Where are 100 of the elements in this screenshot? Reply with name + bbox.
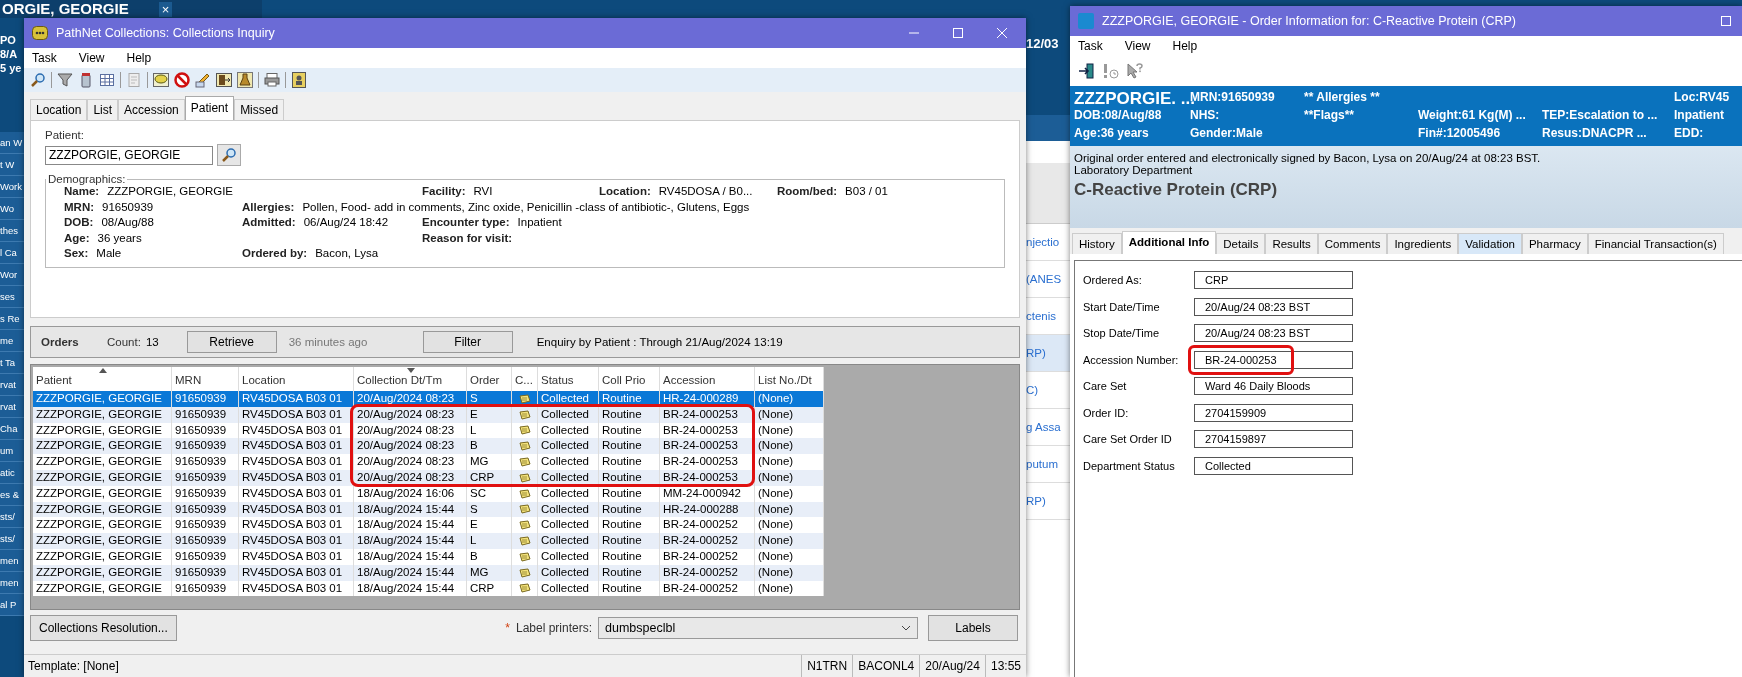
background-link-text[interactable]: g Assa [1026,421,1061,433]
table-cell: MG [467,564,512,581]
tab[interactable]: Ingredients [1387,233,1459,254]
window-title: PathNet Collections: Collections Inquiry [56,26,275,40]
printer-icon[interactable] [264,72,280,88]
menu-item[interactable]: Task [32,51,57,65]
table-cell: Collected [538,454,599,470]
maximize-icon[interactable] [952,27,964,39]
banner-text: Gender:Male [1190,126,1264,142]
funnel-icon[interactable] [57,72,73,88]
table-cell: BR-24-000252 [660,564,755,581]
field-label: Ordered by: [242,247,308,261]
tab[interactable]: Pharmacy [1521,233,1588,254]
alert-clock-icon[interactable] [1102,63,1120,79]
background-link-text[interactable]: RP) [1026,347,1046,359]
tab[interactable]: Patient [184,96,235,120]
exit-icon[interactable] [216,72,232,88]
patient-field[interactable]: ZZZPORGIE, GEORGIE [45,145,213,165]
tab[interactable]: Details [1216,233,1266,254]
table-cell: ZZZPORGIE, GEORGIE [33,533,172,549]
retrieve-button[interactable]: Retrieve [186,331,277,353]
pencil-icon[interactable] [195,72,211,88]
help-cursor-icon[interactable] [1126,63,1144,79]
menu-item[interactable]: Task [1078,39,1103,53]
menu-item[interactable]: Help [1172,39,1198,53]
flask-icon[interactable] [237,72,253,88]
table-cell: CRP [467,470,512,486]
labels-button[interactable]: Labels [928,615,1018,641]
tab[interactable]: Location [30,99,88,120]
tab[interactable]: History [1072,233,1122,254]
tab[interactable]: Additional Info [1121,231,1217,254]
note-icon [518,425,531,437]
note-icon [518,488,531,500]
tab[interactable]: Missed [234,99,285,120]
table-row[interactable]: ZZZPORGIE, GEORGIE 91650939 RV45DOSA B03 01 18/Aug/2024 15:44 L Collected Routine BR-24-000252 (None) [33,533,824,549]
table-cell: 91650939 [172,564,239,581]
search-icon [221,147,237,163]
banner-text: TEP:Escalation to ... [1542,108,1659,124]
table-cell: (None) [755,533,824,549]
search-icon[interactable] [30,72,46,88]
label-printer-dropdown[interactable]: dumbspeclbl [598,617,918,639]
table-cell: Routine [599,580,660,597]
filter-button[interactable]: Filter [422,331,513,353]
window-title: ZZZPORGIE, GEORGIE - Order Information for: C-Reactive Protein (CRP) [1102,14,1516,28]
close-tab-button[interactable]: × [158,1,173,17]
table-cell: Routine [599,548,660,565]
table-cell: RV45DOSA B03 01 [239,580,354,597]
field-value-box: 20/Aug/24 08:23 BST [1194,297,1353,316]
tab[interactable]: List [87,99,119,120]
table-cell: RV45DOSA B03 01 [239,391,354,407]
table-cell: RV45DOSA B03 01 [239,454,354,470]
background-banner-text: 8/A [0,48,19,60]
close-icon[interactable] [996,27,1008,39]
speech-bubble-icon[interactable] [153,72,169,88]
table-cell: RV45DOSA B03 01 [239,548,354,565]
background-link-text[interactable]: ctenis [1026,310,1057,322]
menu-item[interactable]: Help [126,51,152,65]
table-row[interactable]: ZZZPORGIE, GEORGIE 91650939 RV45DOSA B03 01 18/Aug/2024 15:44 E Collected Routine BR-24-000252 (None) [33,517,824,534]
table-cell: ZZZPORGIE, GEORGIE [33,580,172,597]
background-link-text[interactable]: (ANES [1026,273,1062,285]
field-label: Care Set [1083,380,1128,392]
background-nav-bar [1026,115,1070,141]
background-link-text[interactable]: njectio [1026,236,1060,248]
table-cell: B [467,548,512,565]
field-label: Accession Number: [1083,353,1180,366]
tab[interactable]: Financial Transaction(s) [1587,233,1724,254]
background-link-text[interactable]: C) [1026,384,1039,396]
banner-text: Weight:61 Kg(M) ... [1418,108,1527,124]
tab[interactable]: Accession [118,99,185,120]
tab[interactable]: Comments [1317,233,1388,254]
background-date-text: 12/03 [1026,36,1059,51]
menu-item[interactable]: View [78,51,105,65]
background-link-text[interactable]: putum [1026,458,1058,470]
tab[interactable]: Validation [1458,233,1522,254]
field-value: Pollen, Food- add in comments, Zinc oxide, Penicillin -class of antibiotic-, Glutens, Eggs [302,200,750,215]
menu-item[interactable]: View [1124,39,1151,53]
background-banner-text: 5 ye [0,62,23,74]
search-button[interactable] [217,144,241,166]
no-entry-icon[interactable] [174,72,190,88]
maximize-icon[interactable] [1720,15,1732,27]
tab[interactable]: Results [1265,233,1318,254]
table-row[interactable]: ZZZPORGIE, GEORGIE 91650939 RV45DOSA B03 01 20/Aug/2024 08:23 B Collected Routine BR-24-000253 (None) [33,438,824,455]
field-label: Care Set Order ID [1083,433,1173,445]
table-row[interactable]: ZZZPORGIE, GEORGIE 91650939 RV45DOSA B03 01 20/Aug/2024 08:23 S Collected Routine HR-24-000289 (None) [33,391,824,407]
status-text: Template: [None] [27,658,120,675]
app-logo-icon [1078,13,1094,29]
field-value: Male [96,247,122,261]
table-cell: 18/Aug/2024 16:06 [354,485,467,502]
banner-text: ** Allergies ** [1304,90,1381,106]
field-value-box: 2704159909 [1194,403,1353,422]
background-link-text[interactable]: RP) [1026,495,1046,507]
table-cell: ZZZPORGIE, GEORGIE [33,564,172,581]
table-cell: Collected [538,548,599,565]
grid-icon[interactable] [99,72,115,88]
banner-text: Fin#:12005496 [1418,126,1502,142]
exit-door-icon[interactable] [1078,63,1096,79]
jar-icon[interactable] [78,72,94,88]
table-row[interactable]: ZZZPORGIE, GEORGIE 91650939 RV45DOSA B03 01 20/Aug/2024 08:23 MG Collected Routine BR-24-000253 (None) [33,454,824,470]
collections-resolution-button[interactable]: Collections Resolution... [30,615,177,641]
badge-icon[interactable] [291,72,307,88]
